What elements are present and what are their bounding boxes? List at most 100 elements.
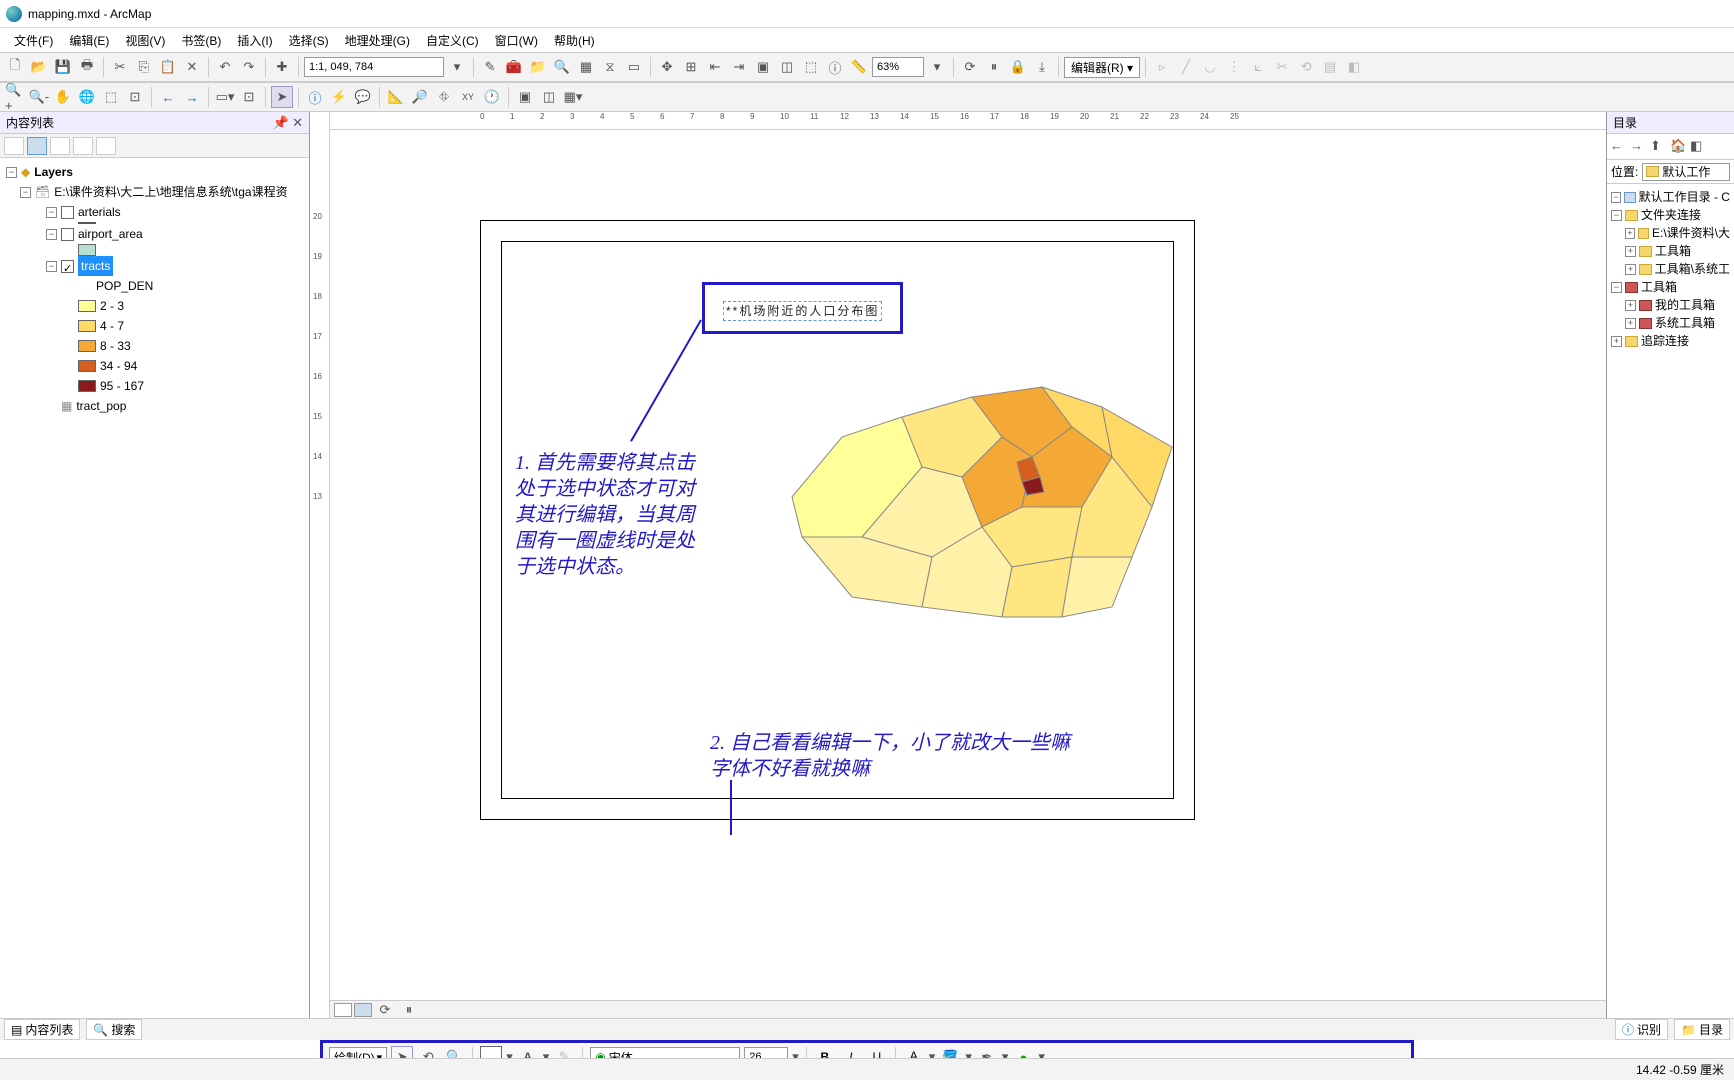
layout-canvas[interactable]: **机场附近的人口分布图 xyxy=(330,130,1606,1018)
menu-view[interactable]: 视图(V) xyxy=(119,30,171,51)
pause-view-icon[interactable]: ⏸ xyxy=(398,999,420,1019)
go-to-xy-icon[interactable]: XY xyxy=(457,86,479,108)
data-view-tab-icon[interactable] xyxy=(334,1003,352,1017)
layer-checkbox[interactable] xyxy=(61,228,74,241)
copy-icon[interactable]: ⎘ xyxy=(133,56,155,78)
expand-icon[interactable]: − xyxy=(46,261,57,272)
cut-icon[interactable]: ✂ xyxy=(109,56,131,78)
full-extent-globe-icon[interactable]: 🌐 xyxy=(76,86,98,108)
toc-options-icon[interactable] xyxy=(96,137,116,155)
hyperlink-icon[interactable]: ⚡ xyxy=(328,86,350,108)
catalog-loc-box[interactable]: 默认工作 xyxy=(1642,163,1730,181)
expand-icon[interactable]: − xyxy=(46,207,57,218)
cat-item[interactable]: 系统工具箱 xyxy=(1655,314,1715,332)
toc-root[interactable]: Layers xyxy=(34,162,73,182)
toc-list-by-visibility-icon[interactable] xyxy=(50,137,70,155)
editor-toolbar-icon[interactable]: ✎ xyxy=(479,56,501,78)
redo-icon[interactable]: ↷ xyxy=(238,56,260,78)
tab-search[interactable]: 🔍搜索 xyxy=(86,1019,142,1040)
cat-item[interactable]: 文件夹连接 xyxy=(1641,206,1701,224)
refresh-icon[interactable]: ⟳ xyxy=(959,56,981,78)
menu-geoprocessing[interactable]: 地理处理(G) xyxy=(339,30,416,51)
cat-home-icon[interactable]: 🏠 xyxy=(1670,138,1688,156)
lock-icon[interactable]: 🔒 xyxy=(1007,56,1029,78)
cat-item[interactable]: 工具箱 xyxy=(1655,242,1691,260)
select-by-rect-icon[interactable]: ▭▾ xyxy=(214,86,236,108)
cat-back-icon[interactable]: ← xyxy=(1610,138,1628,156)
layer-checkbox[interactable] xyxy=(61,260,74,273)
html-popup-icon[interactable]: 💬 xyxy=(352,86,374,108)
go-back-icon[interactable]: ← xyxy=(157,86,179,108)
cat-up-icon[interactable]: ⬆ xyxy=(1650,138,1668,156)
layer-tract-pop[interactable]: tract_pop xyxy=(76,396,126,416)
scale-dropdown-icon[interactable]: ▾ xyxy=(446,56,468,78)
toc-list-by-drawing-icon[interactable] xyxy=(4,137,24,155)
fixed-zoom-out-icon[interactable]: ⊡ xyxy=(124,86,146,108)
cat-item[interactable]: 默认工作目录 - C xyxy=(1639,188,1730,206)
catalog-tree[interactable]: −默认工作目录 - C −文件夹连接 +E:\课件资料\大 +工具箱 +工具箱\… xyxy=(1607,184,1734,1018)
identify-icon[interactable]: ⓘ xyxy=(824,56,846,78)
menu-bookmarks[interactable]: 书签(B) xyxy=(175,30,227,51)
select-features-icon[interactable]: ▣ xyxy=(752,56,774,78)
print-icon[interactable]: 🖶 xyxy=(76,56,98,78)
clear-selection-icon[interactable]: ◫ xyxy=(776,56,798,78)
python-icon[interactable]: ▦ xyxy=(575,56,597,78)
layer-checkbox[interactable] xyxy=(61,206,74,219)
prev-extent-icon[interactable]: ⇤ xyxy=(704,56,726,78)
add-data-icon[interactable]: ✚ xyxy=(271,56,293,78)
expand-icon[interactable]: − xyxy=(6,167,17,178)
zoom-to-selected-icon[interactable]: ⊡ xyxy=(238,86,260,108)
measure-icon[interactable]: 📏 xyxy=(848,56,870,78)
fixed-zoom-in-icon[interactable]: ⬚ xyxy=(100,86,122,108)
map-title-element[interactable]: **机场附近的人口分布图 xyxy=(702,282,903,334)
zoom-percent-input[interactable] xyxy=(872,57,924,77)
zoom-in-icon[interactable]: 🔍+ xyxy=(4,86,26,108)
delete-icon[interactable]: ✕ xyxy=(181,56,203,78)
go-forward-icon[interactable]: → xyxy=(181,86,203,108)
create-viewer-icon[interactable]: ▣ xyxy=(514,86,536,108)
measure-tool-icon[interactable]: 📐 xyxy=(385,86,407,108)
catalog-icon[interactable]: 📁 xyxy=(527,56,549,78)
pan-icon[interactable]: ✥ xyxy=(656,56,678,78)
find-icon[interactable]: 🔎 xyxy=(409,86,431,108)
new-icon[interactable]: 🗋 xyxy=(4,56,26,78)
cat-toggle-icon[interactable]: ◧ xyxy=(1690,138,1708,156)
layer-arterials[interactable]: arterials xyxy=(78,202,121,222)
layer-tracts[interactable]: tracts xyxy=(78,256,113,276)
toc-pin-icon[interactable]: 📌 xyxy=(273,115,289,130)
menu-file[interactable]: 文件(F) xyxy=(8,30,59,51)
next-extent-icon[interactable]: ⇥ xyxy=(728,56,750,78)
menu-insert[interactable]: 插入(I) xyxy=(231,30,278,51)
refresh-view-icon[interactable]: ⟳ xyxy=(374,999,396,1019)
menu-edit[interactable]: 编辑(E) xyxy=(63,30,115,51)
pan-hand-icon[interactable]: ✋ xyxy=(52,86,74,108)
full-extent-icon[interactable]: ⊞ xyxy=(680,56,702,78)
tab-identify[interactable]: ⓘ识别 xyxy=(1615,1019,1668,1040)
toc-close-icon[interactable]: ✕ xyxy=(292,115,303,130)
tab-toc[interactable]: ▤内容列表 xyxy=(4,1019,80,1040)
find-route-icon[interactable]: ⛗ xyxy=(433,86,455,108)
time-icon[interactable]: 🕐 xyxy=(481,86,503,108)
toc-datasource[interactable]: E:\课件资料\大二上\地理信息系统\tga课程资 xyxy=(54,182,287,202)
zoom-dropdown-icon[interactable]: ▾ xyxy=(926,56,948,78)
menu-window[interactable]: 窗口(W) xyxy=(489,30,544,51)
zoom-out-icon[interactable]: 🔍- xyxy=(28,86,50,108)
menu-help[interactable]: 帮助(H) xyxy=(548,30,601,51)
select-element-arrow-icon[interactable]: ➤ xyxy=(271,86,293,108)
search-icon[interactable]: 🔍 xyxy=(551,56,573,78)
expand-icon[interactable]: − xyxy=(46,229,57,240)
toc-tree[interactable]: −◆Layers −🗃E:\课件资料\大二上\地理信息系统\tga课程资 −ar… xyxy=(0,158,309,1018)
paste-icon[interactable]: 📋 xyxy=(157,56,179,78)
cat-item[interactable]: 工具箱 xyxy=(1641,278,1677,296)
toc-list-by-source-icon[interactable] xyxy=(27,137,47,155)
select-elements-icon[interactable]: ⬚ xyxy=(800,56,822,78)
tab-catalog[interactable]: 📁目录 xyxy=(1674,1019,1730,1040)
layout-view-tab-icon[interactable] xyxy=(354,1003,372,1017)
cat-item[interactable]: 我的工具箱 xyxy=(1655,296,1715,314)
layer-airport-area[interactable]: airport_area xyxy=(78,224,143,244)
export-icon[interactable]: ⤓ xyxy=(1031,56,1053,78)
overview-icon[interactable]: ▦▾ xyxy=(562,86,584,108)
model-builder-icon[interactable]: ▭ xyxy=(623,56,645,78)
expand-icon[interactable]: − xyxy=(20,187,31,198)
cat-item[interactable]: 追踪连接 xyxy=(1641,332,1689,350)
